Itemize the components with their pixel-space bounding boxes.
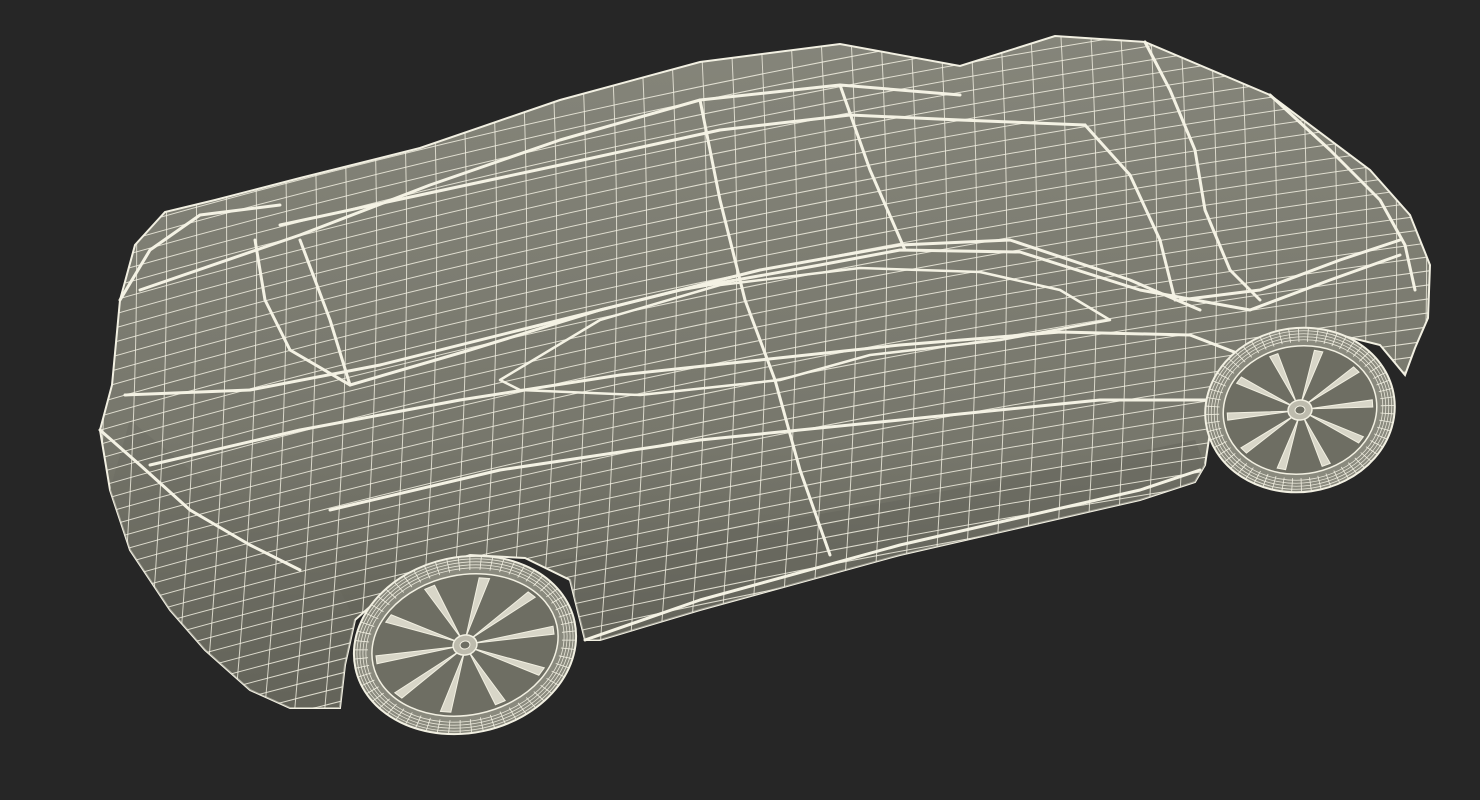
render-viewport <box>0 0 1480 800</box>
car-wireframe-render <box>98 34 1432 736</box>
